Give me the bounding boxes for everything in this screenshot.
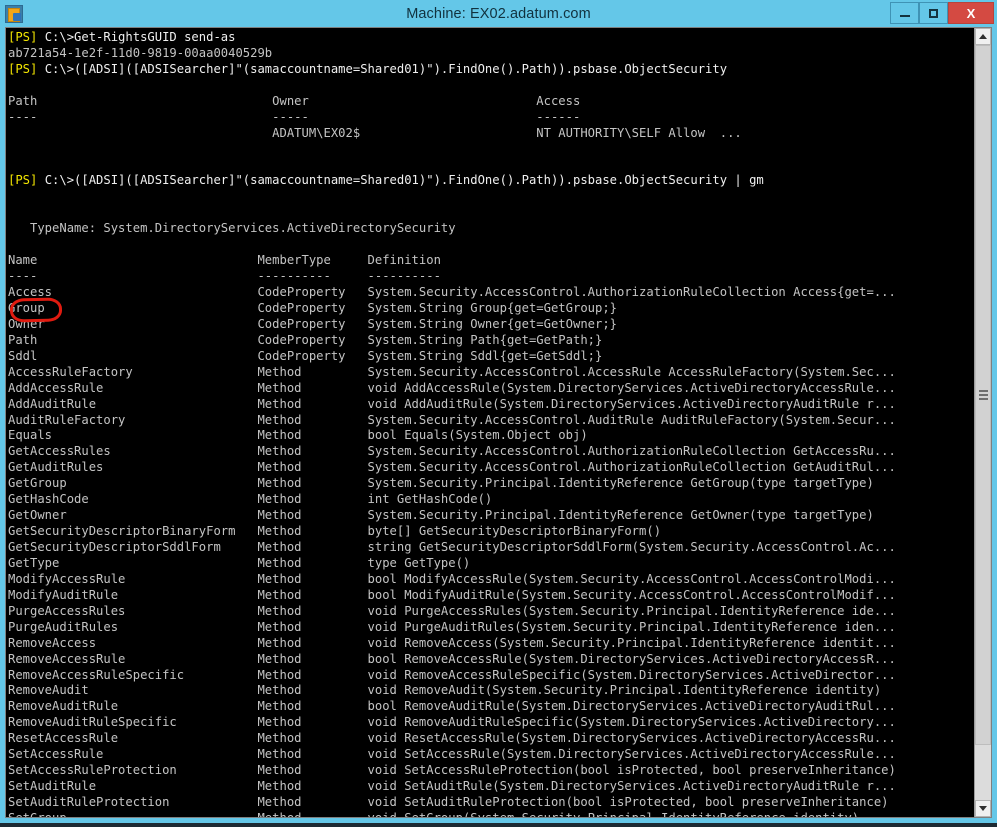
console-prompt-line: [PS] C:\>([ADSI]([ADSISearcher]"(samacco… [8, 61, 728, 76]
desktop-background [0, 823, 997, 827]
member-row: PurgeAuditRules Method void PurgeAuditRu… [8, 619, 896, 634]
member-row: GetAuditRules Method System.Security.Acc… [8, 460, 896, 475]
console-window: Machine: EX02.adatum.com X [PS] C:\>Get-… [0, 0, 997, 823]
member-row: GetAccessRules Method System.Security.Ac… [8, 444, 896, 459]
console-output-line: ---- ---------- ---------- [8, 269, 441, 284]
minimize-button[interactable] [890, 2, 919, 24]
member-row: RemoveAuditRuleSpecific Method void Remo… [8, 715, 896, 730]
member-row: ModifyAccessRule Method bool ModifyAcces… [8, 571, 896, 586]
window-title: Machine: EX02.adatum.com [406, 5, 591, 22]
window-controls: X [890, 2, 994, 24]
console-output-line: ADATUM\EX02$ NT AUTHORITY\SELF Allow ... [8, 125, 742, 140]
member-row: SetAccessRule Method void SetAccessRule(… [8, 747, 896, 762]
member-row: SetAccessRuleProtection Method void SetA… [8, 763, 896, 778]
member-row: RemoveAuditRule Method bool RemoveAuditR… [8, 699, 896, 714]
console-output-line: ---- ----- ------ [8, 109, 581, 124]
scroll-down-arrow-icon [979, 806, 987, 811]
member-row: GetOwner Method System.Security.Principa… [8, 508, 874, 523]
console-output[interactable]: [PS] C:\>Get-RightsGUID send-as ab721a54-… [6, 28, 974, 817]
member-row: SetAuditRuleProtection Method void SetAu… [8, 795, 889, 809]
console-area: [PS] C:\>Get-RightsGUID send-as ab721a54-… [5, 27, 992, 818]
member-row: RemoveAccess Method void RemoveAccess(Sy… [8, 635, 896, 650]
member-row: GetType Method type GetType() [8, 555, 471, 570]
member-row: Group CodeProperty System.String Group{g… [8, 300, 618, 315]
console-text-buffer: [PS] C:\>Get-RightsGUID send-as ab721a54-… [8, 30, 974, 817]
member-row: GetSecurityDescriptorBinaryForm Method b… [8, 524, 662, 539]
member-row: AddAccessRule Method void AddAccessRule(… [8, 380, 896, 395]
scrollbar-track[interactable] [975, 45, 991, 800]
console-prompt-line: [PS] C:\>Get-RightsGUID send-as [8, 30, 236, 44]
window-titlebar[interactable]: Machine: EX02.adatum.com X [0, 0, 997, 27]
member-row: GetHashCode Method int GetHashCode() [8, 492, 493, 507]
close-button[interactable]: X [948, 2, 994, 24]
console-output-line: Name MemberType Definition [8, 253, 441, 268]
member-row: RemoveAccessRule Method bool RemoveAcces… [8, 651, 896, 666]
member-row: PurgeAccessRules Method void PurgeAccess… [8, 603, 896, 618]
console-scrollbar[interactable] [974, 28, 991, 817]
member-row: Sddl CodeProperty System.String Sddl{get… [8, 348, 603, 363]
console-output-line: TypeName: System.DirectoryServices.Activ… [8, 221, 456, 236]
console-output-line: ab721a54-1e2f-11d0-9819-00aa0040529b [8, 45, 273, 60]
console-prompt-line: [PS] C:\>([ADSI]([ADSISearcher]"(samacco… [8, 173, 764, 188]
scrollbar-grip-icon [978, 388, 988, 402]
scroll-up-button[interactable] [975, 28, 991, 45]
scroll-up-arrow-icon [979, 34, 987, 39]
member-row: AddAuditRule Method void AddAuditRule(Sy… [8, 396, 896, 411]
scroll-down-button[interactable] [975, 800, 991, 817]
member-row: ModifyAuditRule Method bool ModifyAuditR… [8, 587, 896, 602]
member-row: AuditRuleFactory Method System.Security.… [8, 412, 896, 427]
member-row: Path CodeProperty System.String Path{get… [8, 332, 603, 347]
member-row: GetGroup Method System.Security.Principa… [8, 476, 874, 491]
member-row: GetSecurityDescriptorSddlForm Method str… [8, 540, 896, 554]
maximize-button[interactable] [919, 2, 948, 24]
member-row: SetAuditRule Method void SetAuditRule(Sy… [8, 779, 896, 794]
exchange-management-shell-icon [5, 4, 23, 23]
member-row: RemoveAudit Method void RemoveAudit(Syst… [8, 683, 882, 698]
member-row: Access CodeProperty System.Security.Acce… [8, 285, 896, 299]
scrollbar-thumb[interactable] [975, 45, 991, 745]
member-row: SetGroup Method void SetGroup(System.Sec… [8, 811, 974, 817]
member-row: Equals Method bool Equals(System.Object … [8, 428, 588, 443]
console-output-line: Path Owner Access [8, 93, 581, 108]
member-row: Owner CodeProperty System.String Owner{g… [8, 316, 618, 331]
member-row: ResetAccessRule Method void ResetAccessR… [8, 731, 896, 746]
member-row: RemoveAccessRuleSpecific Method void Rem… [8, 667, 896, 682]
member-row: AccessRuleFactory Method System.Security… [8, 364, 896, 379]
